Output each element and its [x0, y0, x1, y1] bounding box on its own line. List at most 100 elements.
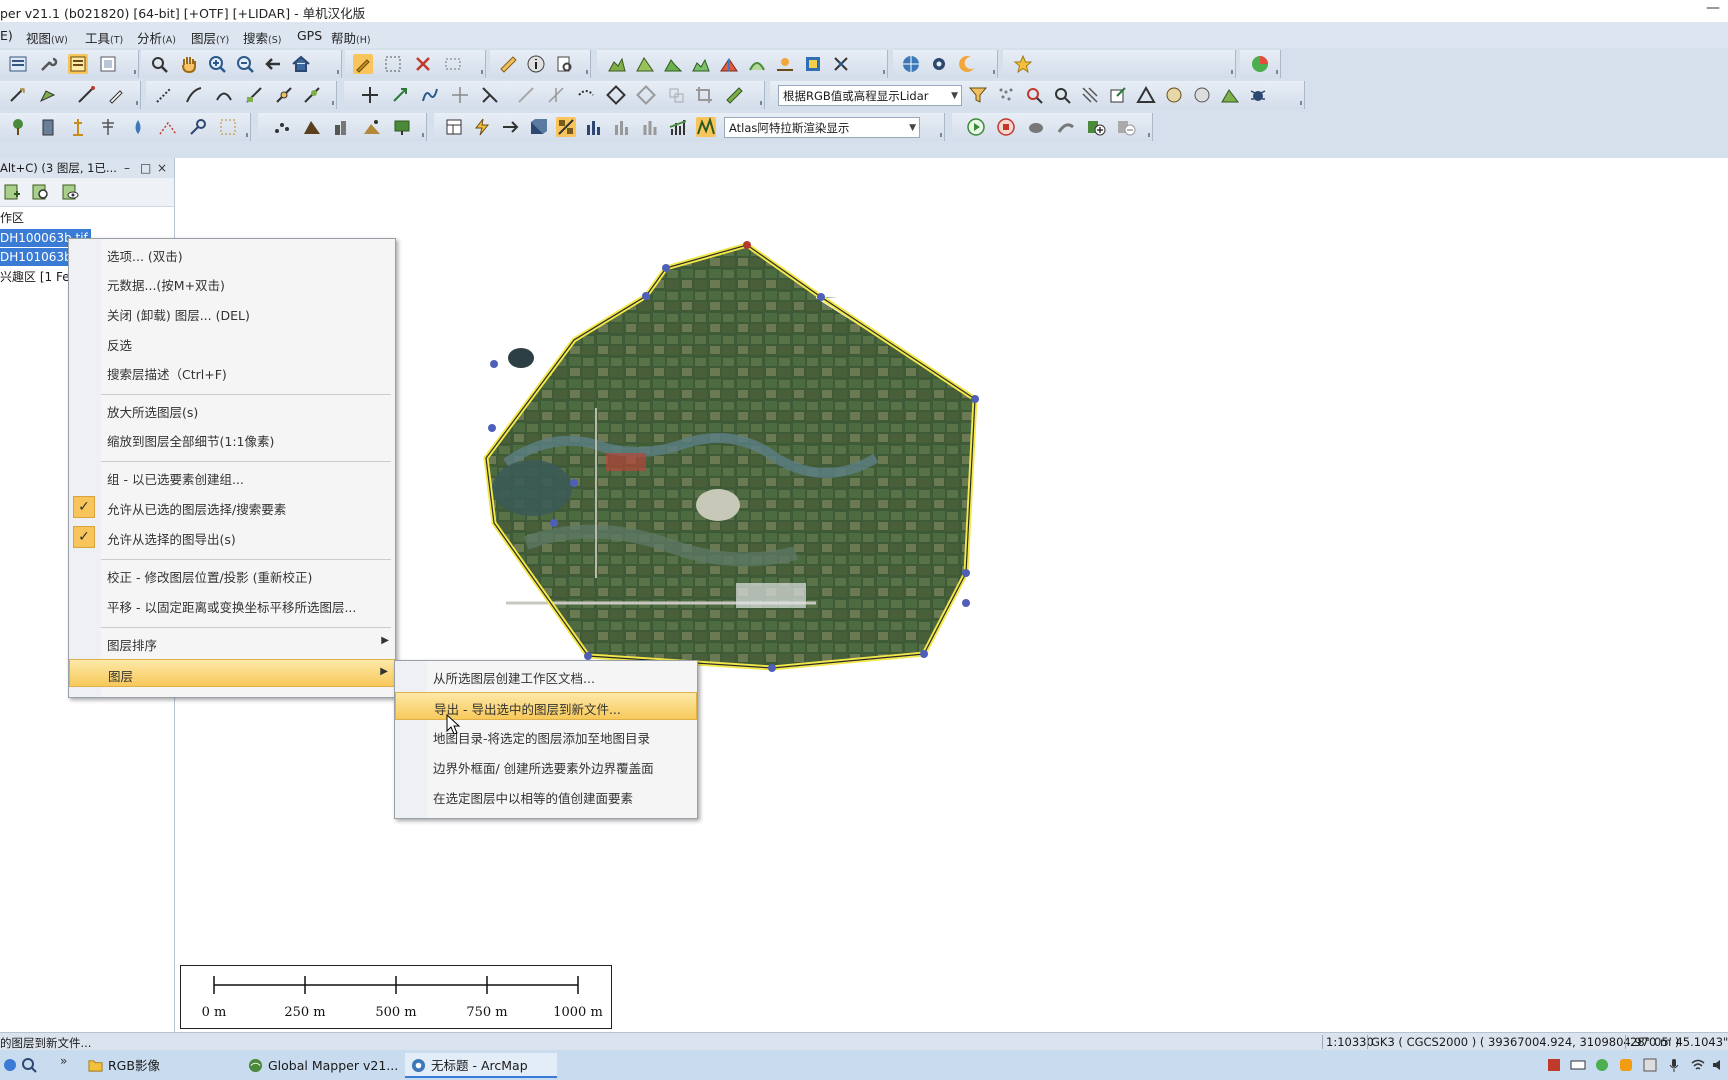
tree-gray-icon[interactable] [640, 117, 660, 137]
tray-app-icon[interactable] [1618, 1057, 1634, 1073]
menu-item-zoom-full-detail[interactable]: 缩放到图层全部细节(1:1像素) [69, 425, 395, 453]
search-layer-icon[interactable] [30, 182, 50, 202]
sun-terrain-icon[interactable] [775, 54, 795, 74]
lidar-filter-icon[interactable] [968, 85, 988, 105]
volume-icon[interactable] [663, 54, 683, 74]
reshape-icon[interactable] [420, 85, 440, 105]
watershed-icon[interactable] [719, 54, 739, 74]
panel-maximize-button[interactable]: □ [140, 158, 151, 178]
pan-hand-icon[interactable] [179, 54, 199, 74]
buffer-icon[interactable] [606, 85, 626, 105]
atlas-render-combo[interactable]: Atlas阿特拉斯渲染显示 ▼ [724, 117, 920, 138]
layout-icon[interactable] [444, 117, 464, 137]
lightning-icon[interactable] [472, 117, 492, 137]
menu-item-close-layer[interactable]: 关闭 (卸载) 图层... (DEL) [69, 299, 395, 327]
menu-file[interactable]: E) [0, 28, 13, 43]
menu-search[interactable]: 搜索(S) [243, 28, 281, 47]
home-icon[interactable] [291, 54, 311, 74]
lidar-mountain-icon[interactable] [1220, 85, 1240, 105]
dem-histogram-icon[interactable] [584, 117, 604, 137]
tray-settings-icon[interactable] [1642, 1057, 1658, 1073]
wrench-icon[interactable] [38, 54, 58, 74]
ruler-icon[interactable] [498, 54, 518, 74]
rotate-icon[interactable] [390, 85, 410, 105]
lidar-cloud-icon[interactable] [1164, 85, 1184, 105]
create-line-icon[interactable] [8, 85, 28, 105]
menu-item-allow-select[interactable]: ✓ 允许从已选的图层选择/搜索要素 [69, 493, 395, 521]
lidar-render-combo[interactable]: 根据RGB值或高程显示Lidar ▼ [778, 85, 962, 106]
play-icon[interactable] [966, 117, 986, 137]
snap-icon[interactable] [576, 85, 596, 105]
3d-view-icon[interactable] [528, 117, 548, 137]
select-rect-icon[interactable] [383, 54, 403, 74]
taskbar-search-icon[interactable] [20, 1056, 38, 1074]
line-segment-icon[interactable] [516, 85, 536, 105]
star-icon[interactable] [1013, 54, 1033, 74]
crop-icon[interactable] [694, 85, 714, 105]
buffer-gray-icon[interactable] [636, 85, 656, 105]
moon-icon[interactable] [957, 54, 977, 74]
overlay-control-icon[interactable] [68, 54, 88, 74]
control-center-icon[interactable] [8, 54, 28, 74]
menu-view[interactable]: 视图(W) [26, 28, 68, 47]
pie-globe-icon[interactable] [1250, 54, 1270, 74]
tray-mic-icon[interactable] [1666, 1057, 1682, 1073]
cut-fill-icon[interactable] [691, 54, 711, 74]
zoom-out-icon[interactable] [235, 54, 255, 74]
menu-layer[interactable]: 图层(Y) [191, 28, 229, 47]
stop-icon[interactable] [996, 117, 1016, 137]
slope-toggle-icon[interactable] [556, 117, 576, 137]
config-gear-icon[interactable] [929, 54, 949, 74]
line-smooth-icon[interactable] [184, 85, 204, 105]
dots-terrain-icon[interactable] [158, 117, 178, 137]
edit-select-icon[interactable] [443, 54, 463, 74]
lidar-bug-icon[interactable] [1248, 85, 1268, 105]
taskbar-app-icon[interactable] [2, 1057, 18, 1073]
crosshair-icon[interactable] [450, 85, 470, 105]
zoom-box-icon[interactable] [149, 54, 169, 74]
menu-item-allow-export[interactable]: ✓ 允许从选择的图导出(s) [69, 523, 395, 551]
back-arrow-icon[interactable] [263, 54, 283, 74]
rabbit-icon[interactable] [1056, 117, 1076, 137]
menu-tools[interactable]: 工具(T) [85, 28, 123, 47]
menu-item-export-layers[interactable]: 导出 - 导出选中的图层到新文件... [395, 692, 697, 720]
edit-attr-icon[interactable] [106, 85, 126, 105]
menu-item-create-workspace[interactable]: 从所选图层创建工作区文档... [395, 662, 697, 690]
move-icon[interactable] [360, 85, 380, 105]
panel-minimize-button[interactable]: – [124, 158, 130, 178]
menu-item-layer[interactable]: 图层 ▶ [69, 659, 395, 687]
line-area-icon[interactable] [244, 85, 264, 105]
turtle-icon[interactable] [1026, 117, 1046, 137]
view-layer-icon[interactable] [60, 182, 80, 202]
contour-icon[interactable] [747, 54, 767, 74]
info-icon[interactable] [526, 54, 546, 74]
layer-item-area-of-interest[interactable]: 兴趣区 [1 Fe [0, 268, 70, 286]
globe-icon[interactable] [901, 54, 921, 74]
taskbar-overflow-button[interactable]: » [60, 1054, 67, 1068]
lidar-zoom-icon[interactable] [1052, 85, 1072, 105]
menu-item-metadata[interactable]: 元数据...(按M+双击) [69, 269, 395, 297]
person-mountain-icon[interactable] [362, 117, 382, 137]
delete-feature-icon[interactable] [413, 54, 433, 74]
add-marker-icon[interactable] [1086, 117, 1106, 137]
map-flag-icon[interactable] [392, 117, 412, 137]
city-icon[interactable] [332, 117, 352, 137]
map-canvas[interactable] [176, 158, 1728, 1032]
measure-tape-icon[interactable] [724, 85, 744, 105]
lidar-points-icon[interactable] [996, 85, 1016, 105]
panel-close-button[interactable]: × [157, 158, 167, 178]
digitizer-pencil-icon[interactable] [353, 54, 373, 74]
scatter-icon[interactable] [272, 117, 292, 137]
menu-item-create-group[interactable]: 组 - 以已选要素创建组... [69, 463, 395, 491]
taskbar-task-rgb[interactable]: RGB影像 [82, 1053, 236, 1078]
menu-item-rectify[interactable]: 校正 - 修改图层位置/投影 (重新校正) [69, 561, 395, 589]
view-shed-icon[interactable] [635, 54, 655, 74]
line-curve-icon[interactable] [214, 85, 234, 105]
remove-marker-icon[interactable] [1116, 117, 1136, 137]
lidar-globe-icon[interactable] [1192, 85, 1212, 105]
lidar-search-icon[interactable] [1024, 85, 1044, 105]
menu-gps[interactable]: GPS [297, 28, 322, 43]
lidar-grid-icon[interactable] [1080, 85, 1100, 105]
line-node-icon[interactable] [274, 85, 294, 105]
edit-vertex-icon[interactable] [76, 85, 96, 105]
